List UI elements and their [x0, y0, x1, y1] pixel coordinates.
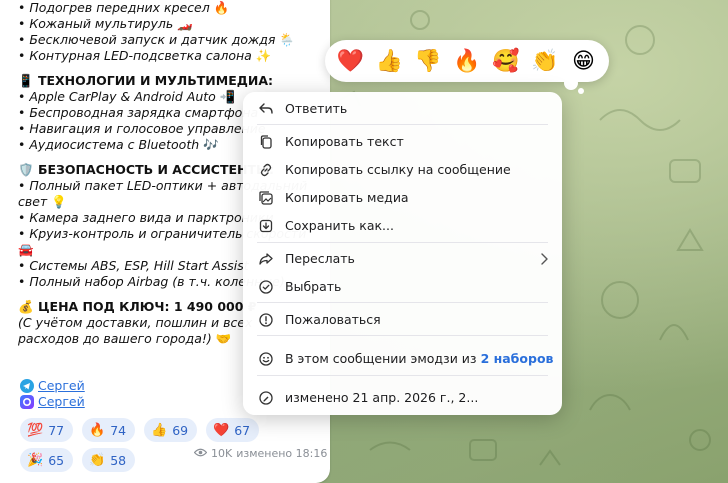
menu-separator: [257, 302, 548, 303]
menu-item-copy-link[interactable]: Копировать ссылку на сообщение: [243, 156, 562, 184]
quick-reaction-grin[interactable]: 😁: [566, 44, 600, 78]
sender-link-telegram[interactable]: Сергей: [20, 378, 85, 394]
warning-icon: [259, 313, 273, 327]
quick-reaction-heart[interactable]: ❤️: [333, 44, 367, 78]
menu-item-copy-media[interactable]: Копировать медиа: [243, 184, 562, 212]
message-line: • Подогрев передних кресел 🔥: [18, 0, 230, 15]
quick-reaction-clap[interactable]: 👏: [528, 44, 562, 78]
quick-reaction-thumbs-down[interactable]: 👎: [411, 44, 445, 78]
view-count: 10K: [211, 447, 233, 460]
download-icon: [259, 219, 273, 233]
message-line: • Контурная LED-подсветка салона ✨: [18, 48, 272, 63]
copy-icon: [260, 135, 272, 149]
message-meta: 10K изменено 18:16: [193, 447, 328, 460]
image-copy-icon: [259, 191, 273, 205]
sender-link-max[interactable]: Сергей: [20, 394, 85, 410]
quick-reactions-tail-dot: [578, 88, 584, 94]
edited-time: изменено 18:16: [236, 447, 328, 460]
menu-item-report[interactable]: Пожаловаться: [243, 306, 562, 334]
quick-reaction-love[interactable]: 🥰: [489, 44, 523, 78]
menu-item-select[interactable]: Выбрать: [243, 273, 562, 301]
emoji-sets-link[interactable]: 2 наборов: [481, 351, 554, 366]
reaction-party[interactable]: 🎉 65: [20, 448, 74, 472]
check-circle-icon: [259, 280, 273, 294]
reaction-100[interactable]: 💯 77: [20, 418, 74, 442]
menu-separator: [257, 375, 548, 376]
forward-icon: [259, 253, 273, 265]
smile-icon: [259, 352, 273, 366]
reaction-clap[interactable]: 👏 58: [82, 448, 136, 472]
quick-reaction-fire[interactable]: 🔥: [450, 44, 484, 78]
reaction-thumbs-up[interactable]: 👍 69: [144, 418, 198, 442]
edited-clock-icon: [259, 391, 273, 405]
reply-icon: [259, 103, 273, 114]
menu-separator: [257, 124, 548, 125]
reaction-fire[interactable]: 🔥 74: [82, 418, 136, 442]
reaction-heart[interactable]: ❤️ 67: [206, 418, 260, 442]
menu-item-reply[interactable]: Ответить: [243, 95, 562, 123]
quick-reactions-tail: [564, 76, 578, 90]
menu-item-forward[interactable]: Переслать: [243, 245, 562, 273]
message-line: • Кожаный мультируль 🏎️: [18, 16, 193, 31]
menu-item-edited-info[interactable]: изменено 21 апр. 2026 г., 2...: [243, 384, 562, 412]
quick-reactions-bar: ❤️ 👍 👎 🔥 🥰 👏 😁: [325, 40, 609, 82]
link-icon: [260, 163, 272, 177]
telegram-icon: [20, 379, 34, 393]
menu-item-emoji-info[interactable]: В этом сообщении эмодзи из 2 наборов: [243, 345, 562, 373]
chevron-right-icon: [541, 253, 548, 265]
section-heading: 📱 ТЕХНОЛОГИИ И МУЛЬТИМЕДИА:: [18, 73, 274, 88]
quick-reaction-thumbs-up[interactable]: 👍: [372, 44, 406, 78]
context-menu: Ответить Копировать текст Копировать ссы…: [243, 92, 562, 415]
menu-separator: [257, 335, 548, 336]
menu-item-save-as[interactable]: Сохранить как...: [243, 212, 562, 240]
max-icon: [20, 395, 34, 409]
menu-item-copy-text[interactable]: Копировать текст: [243, 128, 562, 156]
menu-separator: [257, 242, 548, 243]
eye-icon: [193, 447, 208, 460]
message-line: • Бесключевой запуск и датчик дождя 🌦️: [18, 32, 295, 47]
